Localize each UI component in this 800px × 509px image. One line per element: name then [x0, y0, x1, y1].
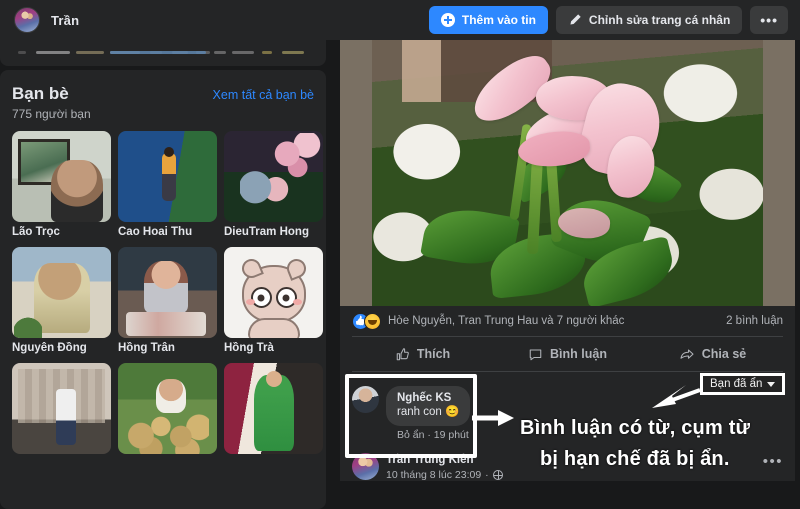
globe-icon: [492, 470, 503, 480]
friend-photo[interactable]: [12, 363, 111, 454]
see-all-friends-link[interactable]: Xem tất cả bạn bè: [213, 88, 314, 102]
profile-action-buttons: Thêm vào tin Chỉnh sửa trang cá nhân •••: [428, 6, 800, 34]
friend-photo[interactable]: [118, 131, 217, 222]
haha-reaction-icon: [364, 312, 381, 330]
friend-tile[interactable]: [224, 363, 323, 458]
hidden-comment-highlight-box: [345, 374, 477, 458]
friend-photo[interactable]: [12, 131, 111, 222]
profile-name: Trần: [51, 12, 80, 28]
reaction-icons[interactable]: [352, 312, 381, 330]
share-arrow-icon: [680, 348, 694, 359]
more-options-button[interactable]: •••: [750, 6, 788, 34]
friend-photo[interactable]: [118, 247, 217, 338]
comment-more-button[interactable]: •••: [763, 453, 783, 470]
friend-tile[interactable]: [12, 363, 111, 458]
pencil-icon: [570, 14, 581, 25]
edit-profile-button[interactable]: Chỉnh sửa trang cá nhân: [555, 6, 743, 34]
friend-photo[interactable]: [224, 363, 323, 454]
add-to-story-label: Thêm vào tin: [461, 13, 536, 27]
post-engagement-row: Hòe Nguyễn, Tran Trung Hau và 7 người kh…: [340, 306, 795, 336]
profile-toolbar: Trần Thêm vào tin Chỉnh sửa trang cá nhâ…: [0, 0, 800, 40]
friend-tile[interactable]: Cao Hoai Thu: [118, 131, 217, 238]
friend-tile[interactable]: Nguyễn Đồng: [12, 247, 111, 354]
comments-count[interactable]: 2 bình luận: [726, 315, 783, 327]
friends-title: Bạn bè: [12, 84, 69, 103]
thumbs-up-icon: [396, 347, 409, 360]
friend-tile[interactable]: Hồng Trà: [224, 247, 323, 354]
friend-name: Hồng Trân: [118, 342, 175, 354]
friend-tile[interactable]: Lão Trọc: [12, 131, 111, 238]
friend-tile[interactable]: DieuTram Hong: [224, 131, 323, 238]
friend-tile[interactable]: [118, 363, 217, 458]
friends-count: 775 người bạn: [12, 107, 91, 121]
friend-photo[interactable]: [118, 363, 217, 454]
profile-avatar[interactable]: [14, 7, 40, 33]
post-action-bar: Thích Bình luận Chia sẻ: [340, 337, 795, 371]
friend-name: Lão Trọc: [12, 226, 60, 238]
comment-button[interactable]: Bình luận: [495, 337, 640, 371]
hidden-status-label: Bạn đã ẩn: [710, 378, 763, 390]
edit-profile-label: Chỉnh sửa trang cá nhân: [588, 13, 731, 27]
facebook-profile-screenshot: Trần Thêm vào tin Chỉnh sửa trang cá nhâ…: [0, 0, 800, 509]
comment-bubble-icon: [529, 348, 542, 360]
blurred-profile-nav: [0, 40, 326, 66]
friends-card-header: Bạn bè Xem tất cả bạn bè: [12, 84, 314, 104]
share-button[interactable]: Chia sẻ: [640, 337, 785, 371]
friends-grid: Lão Trọc Cao Hoai Thu DieuTram Hong Nguy…: [12, 131, 323, 458]
comment-label: Bình luận: [550, 347, 607, 361]
annotation-caption-line2: bị hạn chế đã bị ẩn.: [540, 448, 730, 470]
annotation-caption-line1: Bình luận có từ, cụm từ: [520, 417, 751, 439]
pig-avatar-icon: [238, 256, 309, 324]
comment-timestamp[interactable]: 10 tháng 8 lúc 23:09: [386, 469, 481, 481]
flower-photo: [372, 40, 763, 306]
friend-tile[interactable]: Hồng Trân: [118, 247, 217, 354]
friend-name: Hồng Trà: [224, 342, 274, 354]
friend-photo[interactable]: [224, 131, 323, 222]
reactions-text[interactable]: Hòe Nguyễn, Tran Trung Hau và 7 người kh…: [388, 315, 624, 327]
chevron-down-icon: [767, 381, 776, 387]
left-column: Bạn bè Xem tất cả bạn bè 775 người bạn L…: [0, 40, 334, 509]
like-label: Thích: [416, 347, 451, 361]
friend-name: Nguyễn Đồng: [12, 342, 87, 354]
hidden-status-badge[interactable]: Bạn đã ẩn: [700, 373, 786, 395]
add-to-story-button[interactable]: Thêm vào tin: [428, 6, 548, 34]
share-label: Chia sẻ: [701, 347, 747, 361]
friend-name: Cao Hoai Thu: [118, 226, 193, 238]
friends-card: Bạn bè Xem tất cả bạn bè 775 người bạn L…: [0, 70, 326, 509]
friend-name: DieuTram Hong: [224, 226, 309, 238]
friend-photo[interactable]: [12, 247, 111, 338]
friend-photo[interactable]: [224, 247, 323, 338]
profile-identity: Trần: [0, 7, 79, 33]
like-button[interactable]: Thích: [350, 337, 495, 371]
plus-circle-icon: [440, 13, 455, 27]
post-photo[interactable]: [340, 40, 795, 306]
